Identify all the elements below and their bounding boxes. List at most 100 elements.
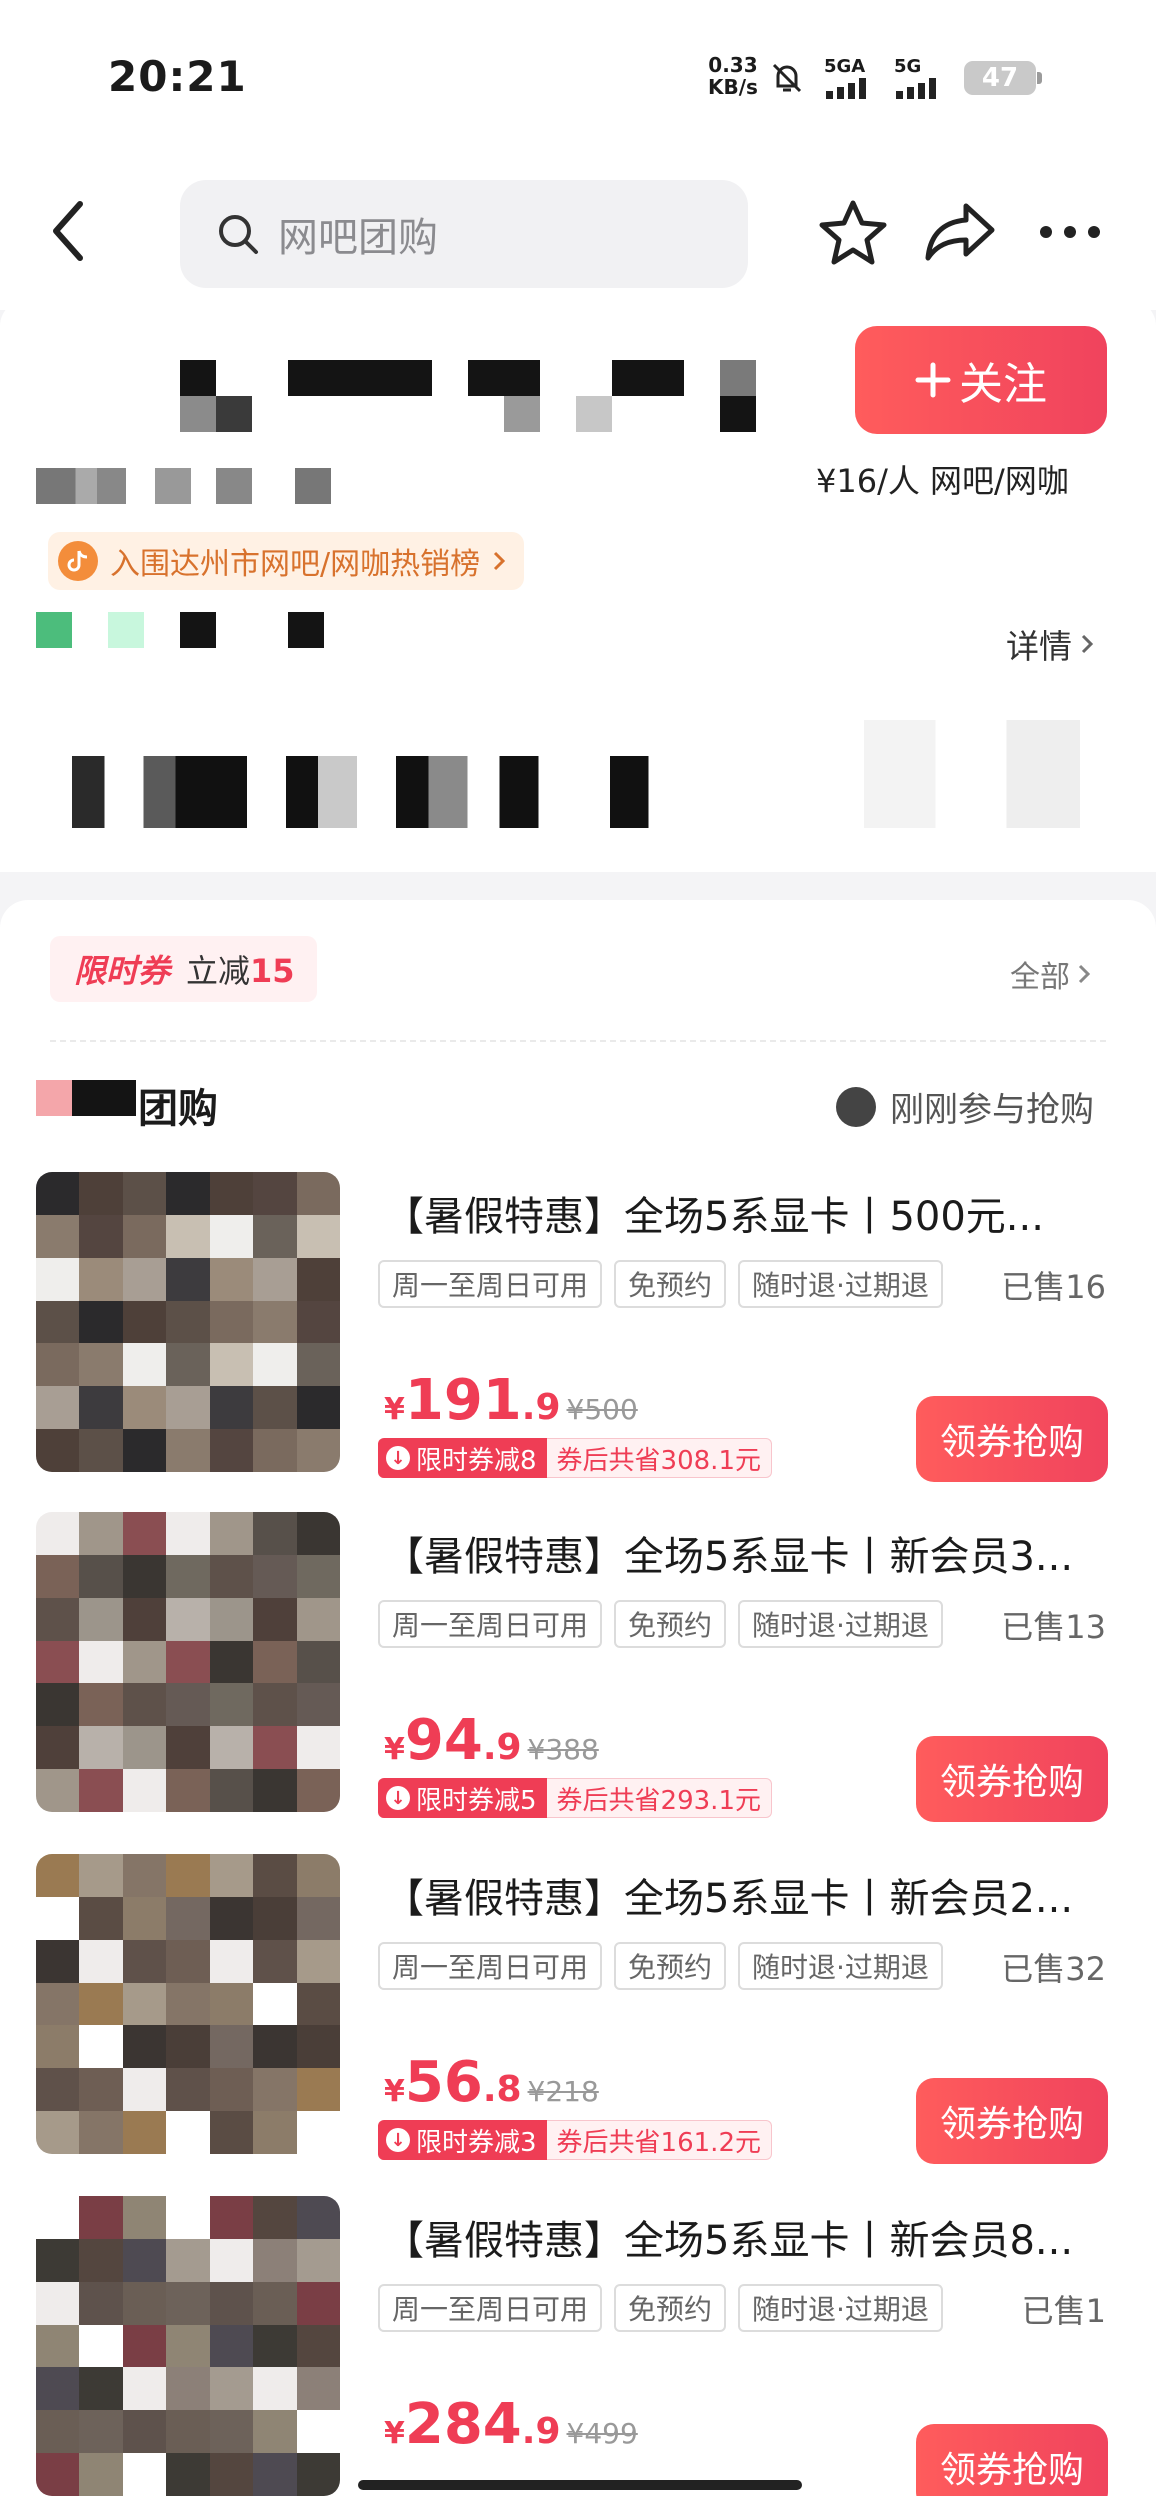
original-price: ¥388	[527, 1733, 599, 1766]
deal-thumbnail	[36, 1512, 340, 1812]
deal-tag: 周一至周日可用	[378, 2284, 603, 2332]
recent-buy: 刚刚参与抢购	[836, 1082, 1094, 1131]
thumbnail-pixel	[79, 1854, 123, 1897]
detail-link[interactable]: 详情	[1006, 620, 1094, 668]
thumbnail-pixel	[166, 1982, 210, 2026]
buy-button[interactable]: 领券抢购	[916, 1736, 1108, 1822]
thumbnail-pixel	[296, 2025, 340, 2069]
deal-item[interactable]: 【暑假特惠】全场5系显卡丨新会员8... 周一至周日可用 免预约 随时退·过期退…	[0, 2196, 1156, 2496]
share-icon[interactable]	[924, 200, 996, 262]
thumbnail-pixel	[209, 2238, 254, 2282]
deal-title: 【暑假特惠】全场5系显卡丨新会员8...	[384, 2218, 1074, 2264]
deal-coupon: ↓ 限时券减8 券后共省308.1元	[378, 1438, 772, 1478]
sold-count: 已售32	[1001, 1950, 1106, 1988]
thumbnail-pixel	[79, 1982, 123, 2026]
star-icon[interactable]	[818, 198, 888, 268]
chevron-right-icon	[1078, 964, 1090, 984]
buy-button[interactable]: 领券抢购	[916, 2424, 1108, 2496]
search-input[interactable]: 网吧团购	[180, 180, 748, 288]
thumbnail-pixel	[253, 1512, 297, 1555]
thumbnail-pixel	[253, 1300, 297, 1344]
signal-label-2: 5G	[894, 56, 922, 77]
thumbnail-pixel	[296, 1854, 340, 1897]
thumbnail-pixel	[296, 1554, 340, 1598]
thumbnail-pixel	[79, 1939, 123, 1983]
thumbnail-pixel	[166, 2410, 210, 2454]
thumbnail-pixel	[36, 1683, 80, 1727]
redacted-block	[288, 612, 324, 648]
thumbnail-pixel	[253, 2410, 297, 2454]
redacted-address-tail	[864, 720, 1080, 828]
thumbnail-pixel	[122, 1257, 167, 1301]
coupon-desc: 立减15	[186, 952, 295, 990]
coupon-all-link[interactable]: 全部	[1010, 952, 1090, 996]
price-category: ¥16/人 网吧/网咖	[816, 462, 1069, 500]
thumbnail-pixel	[122, 2453, 167, 2496]
buy-button[interactable]: 领券抢购	[916, 2078, 1108, 2164]
thumbnail-pixel	[122, 1512, 167, 1555]
thumbnail-pixel	[209, 1554, 254, 1598]
thumbnail-pixel	[166, 2025, 210, 2069]
coupon-badge[interactable]: 限时券 立减15	[50, 936, 317, 1002]
sold-count: 已售13	[1001, 1608, 1106, 1646]
arrow-down-icon: ↓	[386, 2128, 410, 2152]
deal-tag: 随时退·过期退	[738, 1942, 943, 1990]
deal-tag: 免预约	[614, 1260, 727, 1308]
thumbnail-pixel	[253, 1769, 297, 1812]
redacted-block	[720, 396, 756, 432]
deal-price: ¥284.9 ¥499	[384, 2392, 638, 2457]
thumbnail-pixel	[166, 1896, 210, 1940]
buy-button[interactable]: 领券抢购	[916, 1396, 1108, 1482]
douyin-icon	[58, 541, 98, 581]
thumbnail-pixel	[166, 2453, 210, 2496]
more-icon[interactable]	[1038, 224, 1102, 240]
follow-button[interactable]: 关注	[855, 326, 1107, 434]
signal-icon	[896, 78, 936, 99]
thumbnail-pixel	[36, 1172, 80, 1215]
thumbnail-pixel	[209, 1386, 254, 1430]
thumbnail-pixel	[36, 2238, 80, 2282]
thumbnail-pixel	[122, 1854, 167, 1897]
thumbnail-pixel	[296, 2068, 340, 2112]
thumbnail-pixel	[36, 1896, 80, 1940]
thumbnail-pixel	[253, 1554, 297, 1598]
thumbnail-pixel	[166, 2238, 210, 2282]
deal-item[interactable]: 【暑假特惠】全场5系显卡丨新会员2... 周一至周日可用 免预约 随时退·过期退…	[0, 1854, 1156, 2194]
thumbnail-pixel	[166, 1386, 210, 1430]
thumbnail-pixel	[79, 1896, 123, 1940]
thumbnail-pixel	[209, 1429, 254, 1472]
thumbnail-pixel	[166, 2367, 210, 2411]
thumbnail-pixel	[166, 1172, 210, 1215]
original-price: ¥499	[566, 2417, 638, 2450]
divider	[50, 1040, 1106, 1042]
redacted-block	[612, 360, 684, 396]
thumbnail-pixel	[209, 2410, 254, 2454]
rank-badge[interactable]: 入围达州市网吧/网咖热销榜	[48, 532, 525, 590]
deal-price: ¥94.9 ¥388	[384, 1708, 599, 1773]
thumbnail-pixel	[296, 2410, 340, 2454]
thumbnail-pixel	[253, 1172, 297, 1215]
battery-indicator: 47	[964, 60, 1042, 95]
thumbnail-pixel	[166, 2281, 210, 2325]
thumbnail-pixel	[166, 1939, 210, 1983]
redacted-block	[216, 396, 252, 432]
redacted-block	[288, 360, 432, 396]
thumbnail-pixel	[253, 2238, 297, 2282]
coupon-label: ↓ 限时券减8	[378, 1438, 547, 1478]
deal-item[interactable]: 【暑假特惠】全场5系显卡丨500元... 周一至周日可用 免预约 随时退·过期退…	[0, 1172, 1156, 1512]
deal-tags: 周一至周日可用 免预约 随时退·过期退	[378, 1260, 943, 1308]
deal-item[interactable]: 【暑假特惠】全场5系显卡丨新会员3... 周一至周日可用 免预约 随时退·过期退…	[0, 1512, 1156, 1852]
back-icon[interactable]	[48, 198, 88, 264]
deal-price: ¥56.8 ¥218	[384, 2050, 599, 2115]
sold-count: 已售16	[1001, 1268, 1106, 1306]
thumbnail-pixel	[296, 1429, 340, 1472]
deal-title: 【暑假特惠】全场5系显卡丨500元...	[384, 1194, 1044, 1240]
thumbnail-pixel	[253, 1343, 297, 1387]
coupon-label: ↓ 限时券减3	[378, 2120, 547, 2160]
thumbnail-pixel	[36, 1343, 80, 1387]
thumbnail-pixel	[122, 2025, 167, 2069]
thumbnail-pixel	[166, 2196, 210, 2239]
thumbnail-pixel	[253, 1597, 297, 1641]
avatar-icon	[836, 1086, 876, 1127]
redacted-block	[504, 396, 540, 432]
